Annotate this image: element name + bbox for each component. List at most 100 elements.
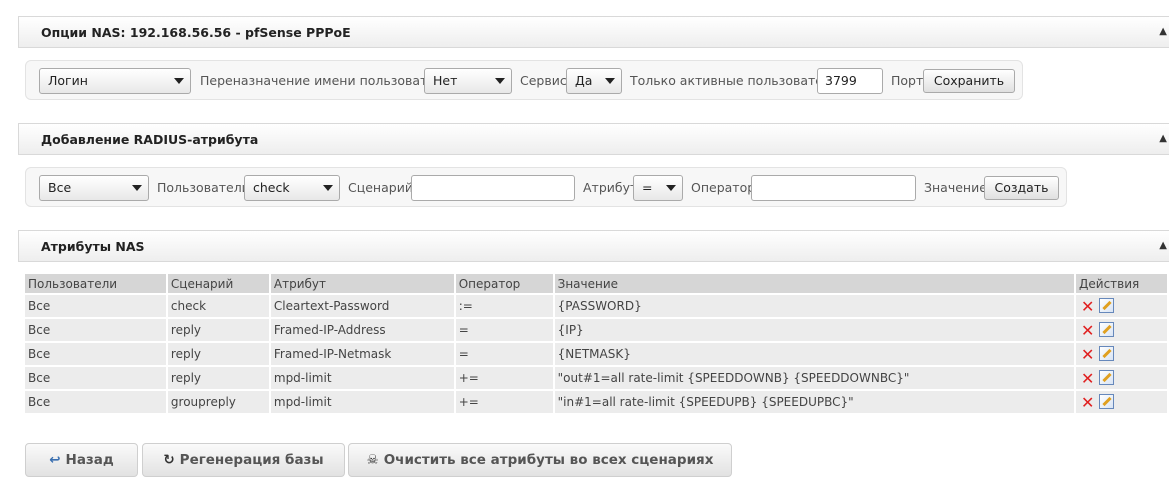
- create-button[interactable]: Создать: [984, 176, 1059, 200]
- delete-icon[interactable]: ✕: [1081, 322, 1094, 339]
- add-attr-header[interactable]: Добавление RADIUS-атрибута ▲: [18, 123, 1169, 155]
- cell-actions: ✕: [1075, 293, 1169, 318]
- cell-scenario: check: [166, 293, 271, 318]
- delete-icon[interactable]: ✕: [1081, 394, 1094, 411]
- save-button[interactable]: Сохранить: [923, 69, 1015, 93]
- delete-icon[interactable]: ✕: [1081, 346, 1094, 363]
- add-attr-title: Добавление RADIUS-атрибута: [41, 132, 259, 147]
- edit-icon[interactable]: [1099, 369, 1115, 385]
- cell-users: Все: [25, 293, 168, 318]
- edit-icon[interactable]: [1099, 345, 1115, 361]
- cell-actions: ✕: [1075, 365, 1169, 390]
- cell-value: "in#1=all rate-limit {SPEEDUPB} {SPEEDUP…: [553, 389, 1077, 413]
- cell-operator: +=: [454, 365, 555, 390]
- operator-select[interactable]: =: [633, 175, 683, 201]
- rename-select-value: Нет: [433, 73, 458, 88]
- cell-actions: ✕: [1075, 317, 1169, 342]
- cell-attribute: Framed-IP-Netmask: [269, 341, 456, 366]
- cell-attribute: mpd-limit: [269, 365, 456, 390]
- edit-icon[interactable]: [1099, 321, 1115, 337]
- operator-input[interactable]: [751, 175, 916, 201]
- scenario-input[interactable]: [411, 175, 575, 201]
- chevron-down-icon: [666, 185, 676, 191]
- edit-icon[interactable]: [1099, 393, 1115, 409]
- cell-attribute: Cleartext-Password: [269, 293, 456, 318]
- back-button[interactable]: ↩ Назад: [25, 443, 138, 477]
- col-value[interactable]: Значение: [553, 274, 1077, 294]
- collapse-triangle-icon[interactable]: ▲: [1159, 240, 1167, 251]
- chevron-down-icon: [323, 185, 333, 191]
- edit-icon[interactable]: [1099, 297, 1115, 313]
- add-attr-toolbar: Все Пользователи check Сценарий Атрибут …: [25, 167, 1067, 207]
- col-users[interactable]: Пользователи: [25, 274, 168, 294]
- cell-operator: =: [454, 317, 555, 342]
- port-label: Порт: [891, 73, 924, 88]
- cell-attribute: Framed-IP-Address: [269, 317, 456, 342]
- active-users-label: Только активные пользователи: [630, 73, 840, 88]
- users-select[interactable]: Все: [39, 175, 149, 201]
- scenario-select-value: check: [253, 180, 290, 195]
- col-actions: Действия: [1075, 274, 1169, 294]
- nas-options-header[interactable]: Опции NAS: 192.168.56.56 - pfSense PPPoE…: [18, 16, 1169, 48]
- rename-label: Переназначение имени пользователя: [200, 73, 451, 88]
- delete-icon[interactable]: ✕: [1081, 298, 1094, 315]
- port-input[interactable]: 3799: [817, 68, 883, 94]
- chevron-down-icon: [174, 78, 184, 84]
- nas-attributes-table: Пользователи Сценарий Атрибут Оператор З…: [25, 274, 1169, 413]
- col-scenario[interactable]: Сценарий: [166, 274, 271, 294]
- cell-actions: ✕: [1075, 389, 1169, 413]
- cell-users: Все: [25, 341, 168, 366]
- users-select-value: Все: [48, 180, 72, 195]
- cell-value: {IP}: [553, 317, 1077, 342]
- cell-operator: =: [454, 341, 555, 366]
- regenerate-button[interactable]: ↻ Регенерация базы: [142, 443, 345, 477]
- table-row: Все reply mpd-limit += "out#1=all rate-l…: [25, 365, 1169, 390]
- service-select[interactable]: Да: [566, 68, 622, 94]
- scenario-select[interactable]: check: [244, 175, 340, 201]
- cell-users: Все: [25, 317, 168, 342]
- cell-value: {NETMASK}: [553, 341, 1077, 366]
- users-label: Пользователи: [157, 180, 250, 195]
- cell-users: Все: [25, 389, 168, 413]
- regenerate-button-label: Регенерация базы: [179, 452, 324, 468]
- chevron-down-icon: [132, 185, 142, 191]
- cell-value: "out#1=all rate-limit {SPEEDDOWNB} {SPEE…: [553, 365, 1077, 390]
- cell-actions: ✕: [1075, 341, 1169, 366]
- table-row: Все reply Framed-IP-Address = {IP} ✕: [25, 317, 1169, 342]
- cell-operator: +=: [454, 389, 555, 413]
- service-label: Сервис: [520, 73, 567, 88]
- cell-operator: :=: [454, 293, 555, 318]
- clear-attributes-button[interactable]: ☠ Очистить все атрибуты во всех сценариях: [348, 443, 732, 477]
- login-select[interactable]: Логин: [39, 68, 191, 94]
- value-label: Значение: [924, 180, 987, 195]
- skull-icon: ☠: [366, 452, 379, 468]
- rename-select[interactable]: Нет: [424, 68, 512, 94]
- nas-attrs-header[interactable]: Атрибуты NAS ▲: [18, 230, 1169, 262]
- operator-label: Оператор: [691, 180, 756, 195]
- chevron-down-icon: [495, 78, 505, 84]
- cell-scenario: reply: [166, 341, 271, 366]
- login-select-value: Логин: [48, 73, 88, 88]
- cell-scenario: reply: [166, 317, 271, 342]
- cell-attribute: mpd-limit: [269, 389, 456, 413]
- cell-value: {PASSWORD}: [553, 293, 1077, 318]
- collapse-triangle-icon[interactable]: ▲: [1159, 133, 1167, 144]
- col-attribute[interactable]: Атрибут: [269, 274, 456, 294]
- table-row: Все reply Framed-IP-Netmask = {NETMASK} …: [25, 341, 1169, 366]
- attribute-label: Атрибут: [583, 180, 638, 195]
- clear-attributes-label: Очистить все атрибуты во всех сценариях: [383, 452, 714, 468]
- scenario-label: Сценарий: [348, 180, 413, 195]
- back-button-label: Назад: [65, 452, 114, 468]
- chevron-down-icon: [605, 78, 615, 84]
- back-arrow-icon: ↩: [49, 452, 61, 468]
- nas-options-toolbar: Логин Переназначение имени пользователя …: [25, 60, 1023, 100]
- operator-select-value: =: [642, 180, 653, 195]
- delete-icon[interactable]: ✕: [1081, 370, 1094, 387]
- table-header-row: Пользователи Сценарий Атрибут Оператор З…: [25, 274, 1169, 294]
- service-select-value: Да: [575, 73, 593, 88]
- col-operator[interactable]: Оператор: [454, 274, 555, 294]
- cell-scenario: groupreply: [166, 389, 271, 413]
- table-row: Все check Cleartext-Password := {PASSWOR…: [25, 293, 1169, 318]
- collapse-triangle-icon[interactable]: ▲: [1159, 26, 1167, 37]
- table-row: Все groupreply mpd-limit += "in#1=all ra…: [25, 389, 1169, 413]
